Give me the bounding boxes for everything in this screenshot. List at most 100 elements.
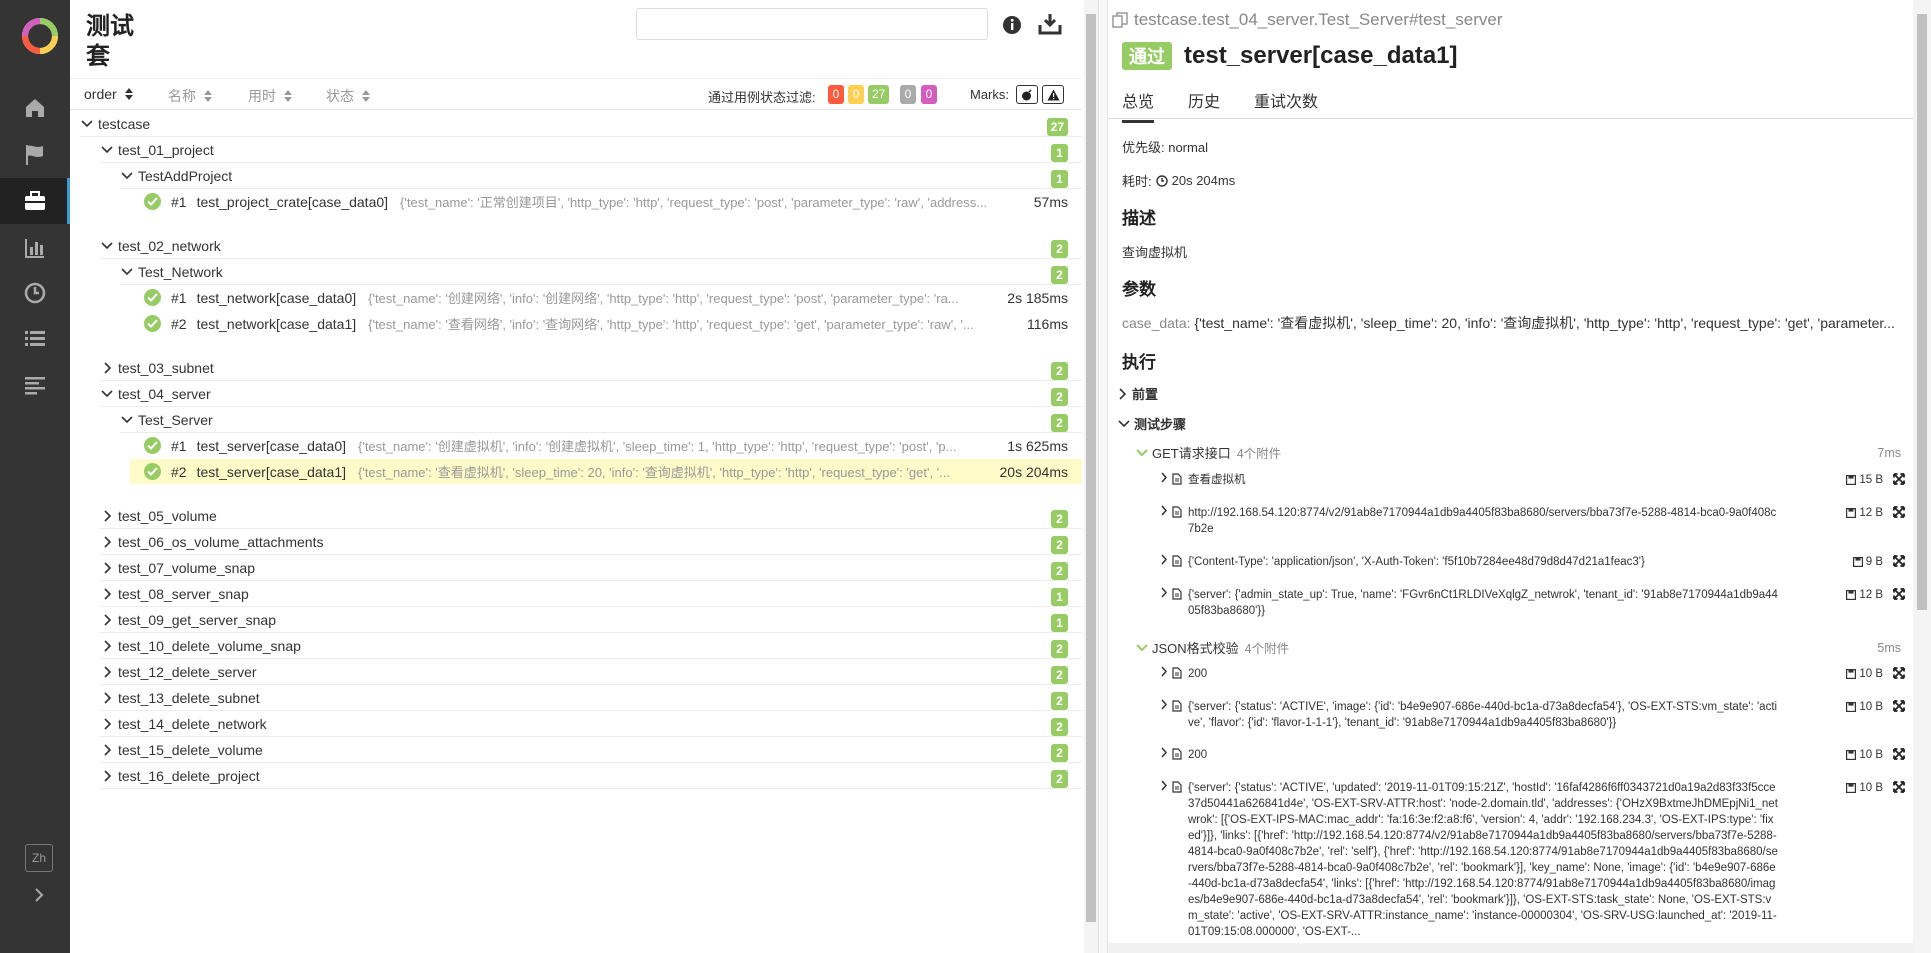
tree-class[interactable]: TestAddProject 1 [120,163,1082,189]
tree-suite[interactable]: test_05_volume 2 [100,503,1082,529]
fullscreen-icon[interactable] [1893,588,1905,605]
nav-item-bar-chart[interactable] [0,225,70,271]
scrollbar-thumb[interactable] [1086,14,1096,922]
expand-toggle[interactable] [1160,505,1168,521]
test-steps-section[interactable]: 测试步骤 [1118,414,1186,433]
expand-toggle[interactable] [100,509,114,523]
expand-toggle[interactable] [1160,587,1168,603]
copy-icon[interactable] [1112,12,1128,28]
expand-toggle[interactable] [100,691,114,705]
tree-suite[interactable]: test_13_delete_subnet 2 [100,685,1082,711]
expand-toggle[interactable] [100,143,114,157]
test-case-row[interactable]: #1 test_server[case_data0] {'test_name': '… [130,433,1082,458]
fullscreen-icon[interactable] [1893,667,1905,684]
fullscreen-icon[interactable] [1893,555,1905,572]
tree-suite[interactable]: test_07_volume_snap 2 [100,555,1082,581]
tree-suite[interactable]: test_09_get_server_snap 1 [100,607,1082,633]
expand-toggle[interactable] [120,169,134,183]
test-step[interactable]: JSON格式校验 4个附件 5ms [1136,638,1901,657]
language-switch[interactable]: Zh [25,844,53,872]
download-icon[interactable] [1038,13,1062,38]
expand-toggle[interactable] [1160,747,1168,763]
fullscreen-icon[interactable] [1893,748,1905,765]
expand-toggle[interactable] [100,639,114,653]
tree-scrollbar[interactable] [1084,0,1098,953]
expand-toggle[interactable] [100,743,114,757]
expand-toggle[interactable] [100,561,114,575]
tab-history[interactable]: 历史 [1188,88,1220,120]
tree-root[interactable]: testcase 27 [80,111,1082,137]
setup-section[interactable]: 前置 [1118,384,1158,403]
nav-item-align-left[interactable] [0,362,70,408]
nav-item-flag[interactable] [0,132,70,178]
detail-scrollbar[interactable] [1913,0,1931,953]
expand-toggle[interactable] [1160,472,1168,488]
tree-suite[interactable]: test_15_delete_volume 2 [100,737,1082,763]
tree-suite[interactable]: test_16_delete_project 2 [100,763,1082,789]
nav-item-briefcase[interactable] [0,178,70,224]
expand-toggle[interactable] [100,239,114,253]
tree-suite[interactable]: test_02_network 2 [100,233,1082,259]
expand-toggle[interactable] [100,665,114,679]
expand-toggle[interactable] [1160,554,1168,570]
status-filter-label: 通过用例状态过滤: [708,90,816,105]
test-case-row[interactable]: #2 test_network[case_data1] {'test_name': … [130,311,1082,336]
status-filter-toggle[interactable]: 0 [921,85,937,104]
test-case-row[interactable]: #2 test_server[case_data1] {'test_name': '… [130,459,1082,484]
tree-suite[interactable]: test_14_delete_network 2 [100,711,1082,737]
expand-toggle[interactable] [1160,780,1168,796]
expand-toggle[interactable] [120,265,134,279]
test-case-row[interactable]: #1 test_project_crate[case_data0] {'test_n… [130,189,1082,214]
nav-item-home[interactable] [0,85,70,131]
status-filter-toggle[interactable]: 0 [828,85,844,104]
test-step[interactable]: GET请求接口 4个附件 7ms [1136,443,1901,462]
tree-suite[interactable]: test_06_os_volume_attachments 2 [100,529,1082,555]
expand-toggle[interactable] [1160,699,1168,715]
tree-suite[interactable]: test_12_delete_server 2 [100,659,1082,685]
sort-order[interactable]: order [84,86,133,102]
expand-toggle[interactable] [100,587,114,601]
pane-splitter[interactable] [1098,0,1108,953]
allure-logo[interactable] [21,17,59,55]
expand-toggle[interactable] [100,717,114,731]
nav-item-list[interactable] [0,316,70,362]
nav-item-clock[interactable] [0,270,70,316]
expand-toggle[interactable] [100,361,114,375]
sort-duration[interactable]: 用时 [248,86,292,106]
expand-toggle[interactable] [100,535,114,549]
horizontal-scrollbar[interactable] [1108,943,1913,953]
expand-toggle[interactable] [100,613,114,627]
expand-toggle[interactable] [1160,666,1168,682]
passed-count-badge: 2 [1051,640,1068,658]
test-case-row[interactable]: #1 test_network[case_data0] {'test_name': … [130,285,1082,310]
tree-suite[interactable]: test_08_server_snap 1 [100,581,1082,607]
status-filter-toggle[interactable]: 0 [900,85,916,104]
mark-new-failed-toggle[interactable] [1042,85,1064,104]
expand-toggle[interactable] [120,413,134,427]
tree-class[interactable]: Test_Network 2 [120,259,1082,285]
fullscreen-icon[interactable] [1893,781,1905,798]
search-input[interactable] [636,8,988,40]
fullscreen-icon[interactable] [1893,700,1905,717]
tree-suite[interactable]: test_01_project 1 [100,137,1082,163]
expand-toggle[interactable] [100,387,114,401]
fullscreen-icon[interactable] [1893,473,1905,490]
mark-flaky-toggle[interactable] [1016,85,1038,104]
info-icon[interactable] [1002,15,1022,38]
expand-toggle[interactable] [80,117,94,131]
tab-overview[interactable]: 总览 [1122,88,1155,123]
tree-suite[interactable]: test_04_server 2 [100,381,1082,407]
scrollbar-thumb[interactable] [1917,14,1927,610]
sort-status[interactable]: 状态 [326,86,370,106]
sort-name[interactable]: 名称 [168,86,212,106]
tree-class[interactable]: Test_Server 2 [120,407,1082,433]
status-filter-toggle[interactable]: 27 [868,85,890,104]
expand-nav-button[interactable] [26,882,52,908]
attachment-row[interactable]: {'server': {'status': 'ACTIVE', 'updated… [1160,780,1905,940]
tab-retries[interactable]: 重试次数 [1254,88,1318,120]
expand-toggle[interactable] [100,769,114,783]
status-filter-toggle[interactable]: 0 [848,85,864,104]
fullscreen-icon[interactable] [1893,506,1905,523]
tree-suite[interactable]: test_10_delete_volume_snap 2 [100,633,1082,659]
tree-suite[interactable]: test_03_subnet 2 [100,355,1082,381]
